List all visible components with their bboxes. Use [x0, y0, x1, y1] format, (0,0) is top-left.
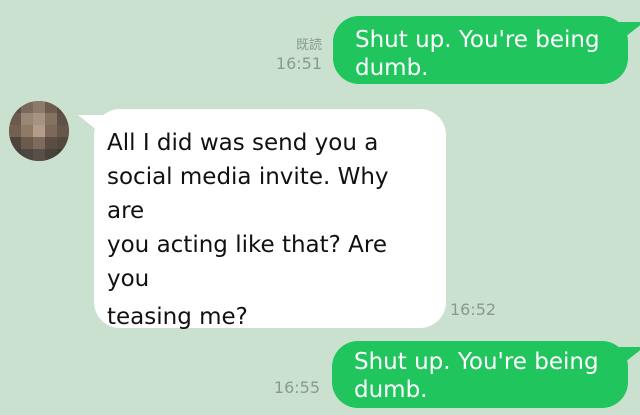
- blurred-avatar-image: [9, 101, 69, 161]
- bubble-tail: [78, 115, 108, 139]
- message-time: 16:55: [273, 378, 320, 397]
- message-text-line: Shut up. You're being: [354, 349, 599, 375]
- message-time-text: 16:52: [450, 300, 497, 319]
- message-text-line: you acting like that? Are you: [107, 232, 388, 292]
- avatar-mosaic-cell: [21, 101, 33, 113]
- message-meta: 16:55: [250, 378, 320, 398]
- read-receipt: 既読: [295, 38, 322, 53]
- message-text: All I did was send you a social media in…: [107, 126, 428, 334]
- avatar-mosaic-cell: [33, 101, 45, 113]
- chat-view: 既読 16:51 Shut up. You're being dumb. All…: [0, 0, 640, 415]
- avatar-mosaic-cell: [21, 125, 33, 137]
- message-text-line: Shut up. You're being: [355, 27, 600, 53]
- avatar-mosaic-cell: [45, 101, 57, 113]
- avatar-mosaic-cell: [9, 137, 21, 149]
- message-text-line: All I did was send you a: [107, 130, 379, 156]
- avatar-mosaic-cell: [45, 113, 57, 125]
- avatar-mosaic-cell: [57, 149, 69, 161]
- message-text-line: dumb.: [354, 377, 428, 403]
- bubble-tail: [614, 22, 640, 46]
- bubble-tail: [614, 347, 640, 371]
- avatar-mosaic-cell: [45, 137, 57, 149]
- outgoing-message-bubble[interactable]: Shut up. You're being dumb.: [332, 341, 640, 408]
- avatar-mosaic-cell: [21, 137, 33, 149]
- avatar-mosaic-cell: [57, 101, 69, 113]
- message-time: 16:51: [275, 54, 322, 73]
- message-text: Shut up. You're being dumb.: [355, 26, 606, 82]
- avatar-mosaic-cell: [9, 149, 21, 161]
- avatar-mosaic-cell: [9, 113, 21, 125]
- message-text: Shut up. You're being dumb.: [354, 348, 606, 404]
- message-text-line: teasing me?: [107, 304, 248, 330]
- outgoing-message-bubble[interactable]: Shut up. You're being dumb.: [333, 16, 640, 84]
- avatar-mosaic-cell: [21, 113, 33, 125]
- avatar-mosaic-cell: [57, 125, 69, 137]
- avatar[interactable]: [9, 101, 69, 161]
- avatar-mosaic-cell: [21, 149, 33, 161]
- message-text-line: dumb.: [355, 55, 429, 81]
- avatar-mosaic-cell: [57, 137, 69, 149]
- avatar-mosaic-cell: [45, 125, 57, 137]
- message-meta: 既読 16:51: [256, 38, 322, 74]
- avatar-mosaic-cell: [33, 125, 45, 137]
- avatar-mosaic-cell: [9, 101, 21, 113]
- avatar-mosaic-cell: [57, 113, 69, 125]
- avatar-mosaic-cell: [33, 149, 45, 161]
- avatar-mosaic-cell: [45, 149, 57, 161]
- message-time: 16:52: [450, 300, 510, 320]
- avatar-mosaic-cell: [33, 137, 45, 149]
- avatar-mosaic-cell: [33, 113, 45, 125]
- avatar-mosaic-cell: [9, 125, 21, 137]
- message-text-line: social media invite. Why are: [107, 164, 389, 224]
- incoming-message-bubble[interactable]: All I did was send you a social media in…: [78, 109, 446, 330]
